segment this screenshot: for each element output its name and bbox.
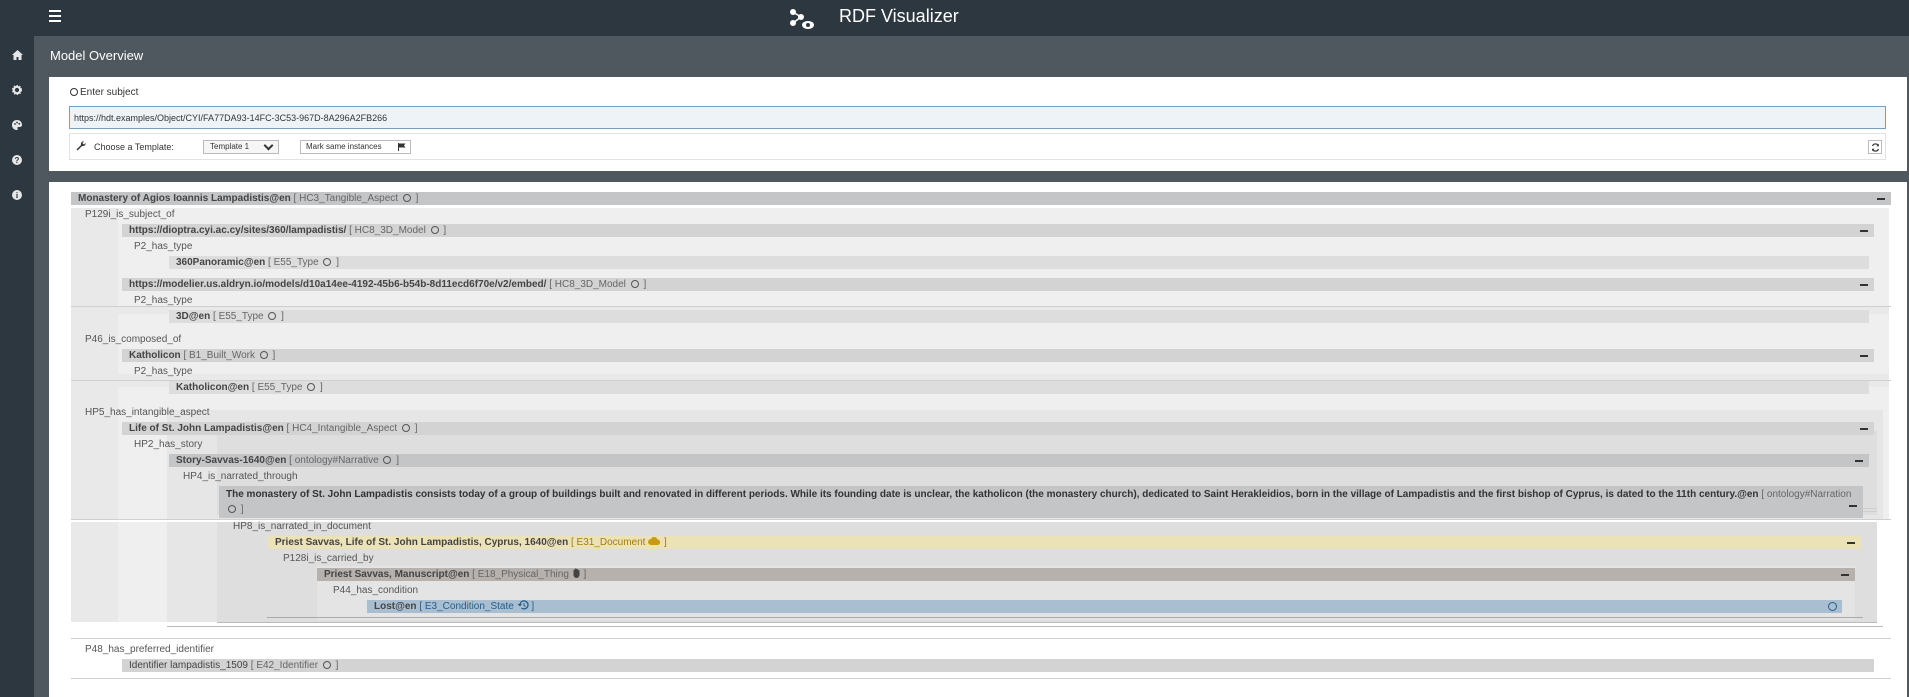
question-icon[interactable]: ? bbox=[9, 152, 25, 168]
predicate-label: HP8_is_narrated_in_document bbox=[233, 521, 371, 532]
hamburger-icon[interactable] bbox=[49, 10, 61, 22]
divider bbox=[71, 678, 1891, 679]
refresh-icon bbox=[1871, 142, 1879, 152]
svg-text:?: ? bbox=[15, 156, 20, 165]
crosshair-icon bbox=[70, 88, 78, 96]
subject-input[interactable] bbox=[69, 106, 1886, 129]
subject-panel: Enter subject Choose a Template: Templat… bbox=[49, 77, 1907, 171]
node-label: Priest Savvas, Life of St. John Lampadis… bbox=[275, 537, 569, 548]
sidebar: ? i bbox=[0, 36, 34, 697]
node-class: [ E31_Document ] bbox=[570, 537, 667, 548]
divider bbox=[267, 617, 1863, 618]
info-icon[interactable]: i bbox=[9, 187, 25, 203]
crosshair-icon[interactable] bbox=[1828, 602, 1837, 611]
tree-node-document[interactable]: Priest Savvas, Life of St. John Lampadis… bbox=[268, 536, 1861, 549]
circle-icon bbox=[322, 661, 331, 669]
divider bbox=[71, 638, 1891, 639]
collapse-icon[interactable] bbox=[1847, 542, 1855, 544]
tree-node[interactable]: Identifier lampadistis_1509 [ E42_Identi… bbox=[122, 659, 1874, 672]
template-label: Choose a Template: bbox=[94, 142, 174, 152]
history-icon bbox=[517, 600, 529, 610]
collapse-icon[interactable] bbox=[1841, 574, 1849, 576]
hand-icon bbox=[573, 568, 580, 578]
gear-icon[interactable] bbox=[9, 82, 25, 98]
subject-label: Enter subject bbox=[70, 87, 138, 98]
predicate-label: P128i_is_carried_by bbox=[283, 553, 374, 564]
chevron-down-icon bbox=[263, 140, 274, 151]
app-title: RDF Visualizer bbox=[839, 6, 959, 26]
template-select[interactable]: Template 1 bbox=[203, 140, 279, 154]
home-icon[interactable] bbox=[9, 47, 25, 63]
palette-icon[interactable] bbox=[9, 117, 25, 133]
divider bbox=[217, 622, 1877, 623]
flag-icon bbox=[398, 143, 406, 151]
divider bbox=[167, 626, 1883, 627]
predicate-label: P48_has_preferred_identifier bbox=[85, 644, 214, 655]
page-title: Model Overview bbox=[50, 48, 144, 63]
predicate-label: P44_has_condition bbox=[333, 585, 419, 596]
node-label: Lost@en bbox=[374, 601, 417, 612]
node-class: [ E18_Physical_Thing ] bbox=[472, 568, 587, 580]
tree-node-physical[interactable]: Priest Savvas, Manuscript@en [ E18_Physi… bbox=[317, 568, 1855, 581]
tree-node-condition[interactable]: Lost@en [ E3_Condition_State ] bbox=[367, 600, 1842, 613]
node-label: Identifier lampadistis_1509 bbox=[129, 660, 248, 671]
top-bar: RDF Visualizer bbox=[0, 0, 1909, 36]
wrench-icon bbox=[76, 141, 86, 151]
graph-eye-icon bbox=[790, 9, 814, 29]
refresh-button[interactable] bbox=[1868, 140, 1882, 154]
template-row: Choose a Template: Template 1 Mark same … bbox=[69, 133, 1886, 160]
tree-panel-deep: HP8_is_narrated_in_document Priest Savva… bbox=[49, 182, 1907, 697]
page-header: Model Overview bbox=[34, 36, 1909, 75]
node-label: Priest Savvas, Manuscript@en bbox=[324, 569, 470, 580]
node-class: [ E42_Identifier ] bbox=[250, 660, 339, 671]
cloud-icon bbox=[648, 537, 661, 545]
mark-same-instances-button[interactable]: Mark same instances bbox=[300, 140, 411, 154]
node-class: [ E3_Condition_State ] bbox=[419, 600, 535, 612]
